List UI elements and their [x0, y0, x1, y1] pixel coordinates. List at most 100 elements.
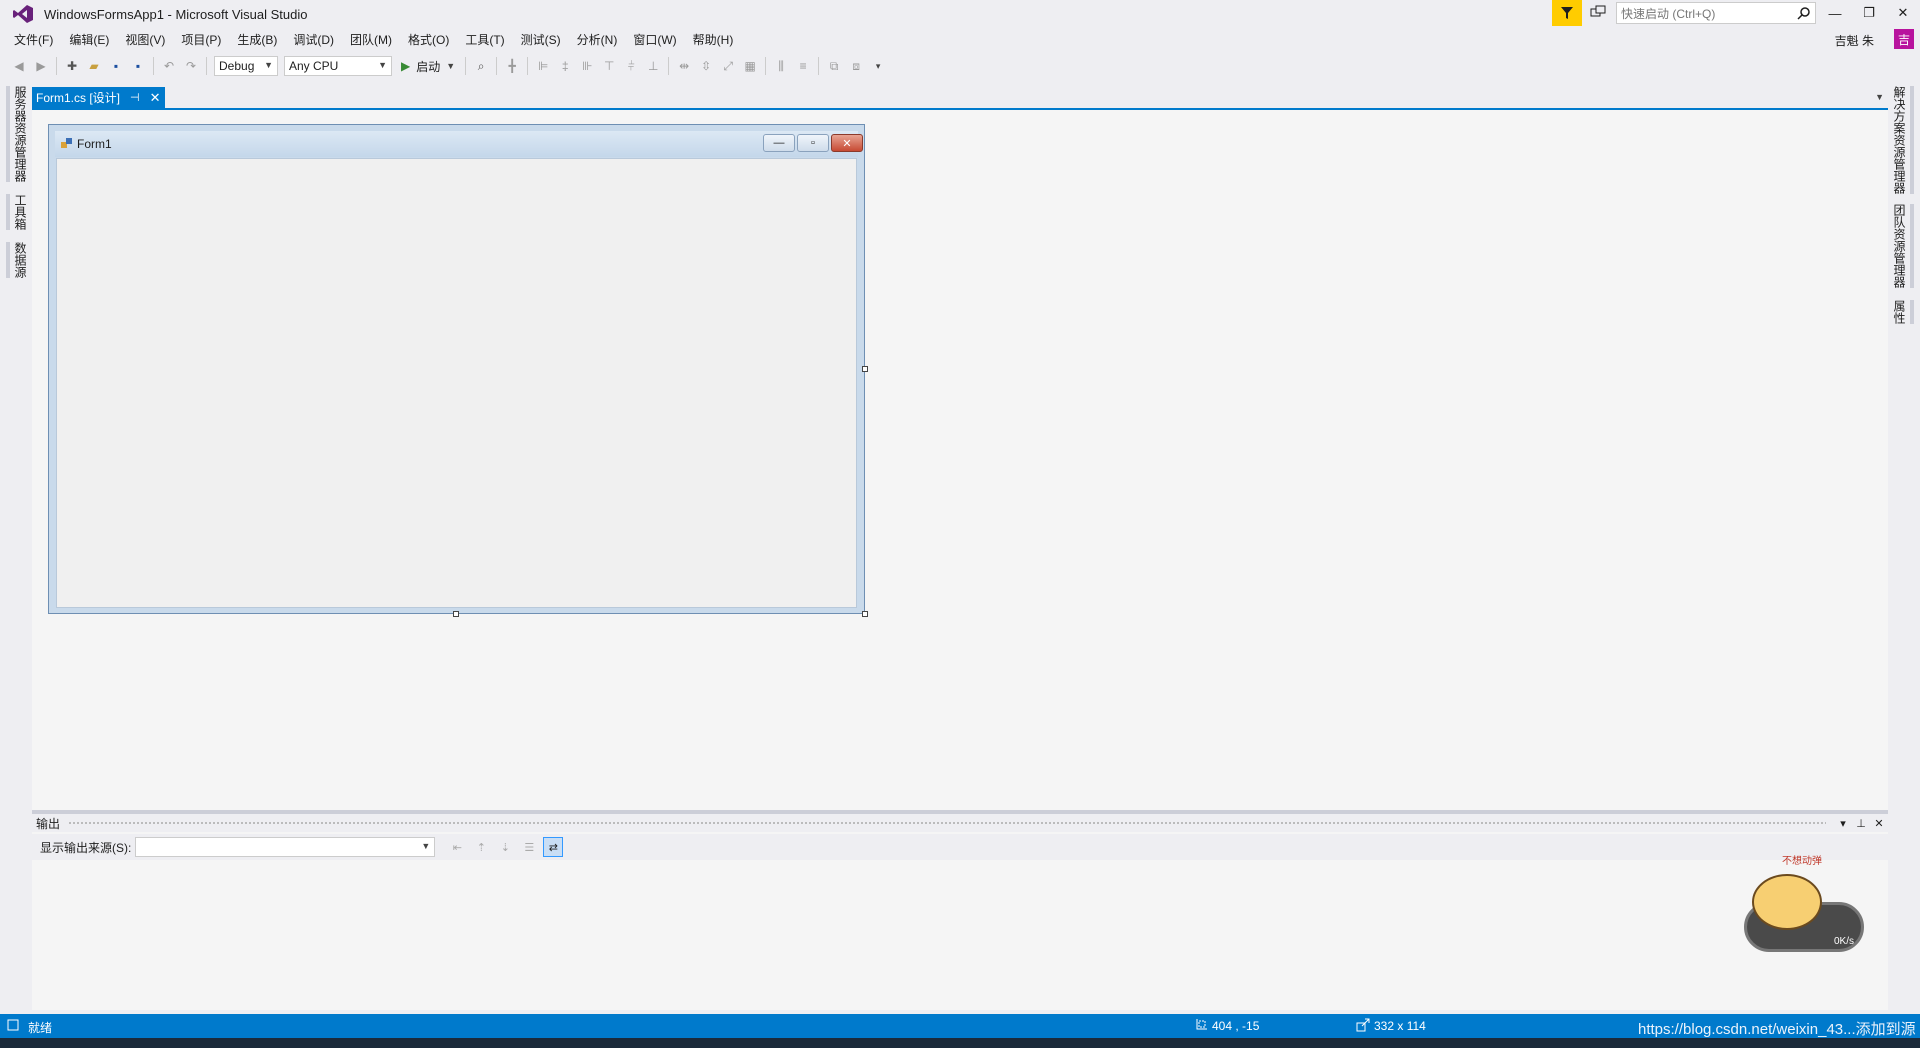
align-rights-icon[interactable]: ⊪ — [578, 57, 596, 75]
send-to-back-icon[interactable]: ⧈ — [847, 57, 865, 75]
output-source-select[interactable]: ▼ — [135, 837, 436, 857]
tab-server-explorer[interactable]: 服务器资源管理器 — [6, 86, 29, 182]
toolbar-separator — [56, 57, 57, 75]
tab-form1-designer[interactable]: Form1.cs [设计] ⊣ ✕ — [32, 87, 165, 108]
menu-bar: 文件(F) 编辑(E) 视图(V) 项目(P) 生成(B) 调试(D) 团队(M… — [0, 30, 1920, 50]
previous-message-icon[interactable]: ⇡ — [471, 837, 491, 857]
output-toolbar: 显示输出来源(S): ▼ ⇤ ⇡ ⇣ ☰ ⇄ — [32, 834, 1888, 860]
navigate-forward-icon[interactable]: ▶ — [32, 57, 50, 75]
toolbar-separator — [527, 57, 529, 75]
menu-project[interactable]: 项目(P) — [173, 30, 229, 50]
toolbar-separator — [206, 57, 207, 75]
align-middles-icon[interactable]: ⫩ — [622, 57, 640, 75]
minimize-button[interactable]: — — [1818, 2, 1852, 24]
right-tool-window-strip: 解决方案资源管理器 团队资源管理器 属性 — [1892, 82, 1920, 1012]
menu-help[interactable]: 帮助(H) — [685, 30, 742, 50]
save-icon[interactable]: ▪ — [107, 57, 125, 75]
window-title: WindowsFormsApp1 - Microsoft Visual Stud… — [44, 6, 308, 22]
quick-launch-input[interactable]: 快速启动 (Ctrl+Q) — [1616, 2, 1816, 24]
horizontal-spacing-icon[interactable]: ⫼ — [772, 57, 790, 75]
bring-to-front-icon[interactable]: ⧉ — [825, 57, 843, 75]
tab-toolbox[interactable]: 工具箱 — [6, 194, 29, 230]
solution-platform-select[interactable]: Any CPU ▼ — [284, 56, 392, 76]
size-to-grid-icon[interactable]: ▦ — [741, 57, 759, 75]
avatar[interactable]: 吉 — [1894, 29, 1914, 49]
make-same-height-icon[interactable]: ⇳ — [697, 57, 715, 75]
window-position-dropdown-icon[interactable]: ▾ — [1834, 817, 1852, 830]
menu-team[interactable]: 团队(M) — [342, 30, 400, 50]
restore-button[interactable]: ❐ — [1852, 2, 1886, 24]
vertical-spacing-icon[interactable]: ≡ — [794, 57, 812, 75]
align-to-grid-icon[interactable]: ╋ — [503, 57, 521, 75]
close-window-button[interactable]: ✕ — [1886, 2, 1920, 24]
output-header: 输出 ▾ ⊥ ✕ — [32, 814, 1888, 832]
mascot-icon — [1752, 874, 1822, 930]
pin-icon[interactable]: ⊣ — [130, 91, 140, 104]
document-tab-strip: Form1.cs [设计] ⊣ ✕ — [32, 87, 1888, 109]
find-in-files-icon[interactable]: ⌕ — [472, 57, 490, 75]
make-same-size-icon[interactable]: ⤢ — [719, 57, 737, 75]
search-icon[interactable] — [1797, 6, 1811, 23]
navigate-back-icon[interactable]: ◀ — [10, 57, 28, 75]
menu-file[interactable]: 文件(F) — [6, 30, 61, 50]
solution-configuration-select[interactable]: Debug ▼ — [214, 56, 278, 76]
undo-icon[interactable]: ↶ — [160, 57, 178, 75]
clear-all-icon[interactable]: ☰ — [519, 837, 539, 857]
chevron-down-icon: ▼ — [378, 60, 387, 70]
make-same-width-icon[interactable]: ⇹ — [675, 57, 693, 75]
align-centers-icon[interactable]: ‡ — [556, 57, 574, 75]
open-file-icon[interactable]: ▰ — [85, 57, 103, 75]
configuration-value: Debug — [219, 59, 255, 73]
tab-list-dropdown-icon[interactable]: ▼ — [1875, 92, 1884, 102]
align-lefts-icon[interactable]: ⊫ — [534, 57, 552, 75]
align-tops-icon[interactable]: ⊤ — [600, 57, 618, 75]
output-text-area[interactable] — [32, 862, 1888, 1008]
start-debugging-button[interactable]: ▶ 启动 ▼ — [401, 58, 455, 75]
form-client-area[interactable] — [56, 158, 857, 608]
menu-analyze[interactable]: 分析(N) — [569, 30, 626, 50]
toggle-word-wrap-icon[interactable]: ⇄ — [543, 837, 564, 857]
menu-debug[interactable]: 调试(D) — [285, 30, 342, 50]
status-text: 就绪 — [28, 1021, 53, 1035]
chevron-down-icon: ▼ — [446, 61, 456, 71]
toolbar-options-icon[interactable]: ▾ — [869, 57, 887, 75]
menu-test[interactable]: 测试(S) — [513, 30, 569, 50]
toolbar-separator — [765, 57, 767, 75]
status-bar: 就绪 404 , -15 332 x 114 https://blog.csdn… — [0, 1014, 1920, 1048]
network-speed-widget[interactable]: 不想动弹 0K/s — [1742, 852, 1872, 962]
auto-hide-pin-icon[interactable]: ⊥ — [1852, 817, 1870, 830]
save-all-icon[interactable]: ▪ — [129, 57, 147, 75]
platform-value: Any CPU — [289, 59, 339, 73]
notification-filter-icon[interactable] — [1552, 0, 1582, 26]
close-icon[interactable]: ✕ — [1870, 817, 1888, 830]
output-header-grip[interactable] — [68, 820, 1826, 826]
output-window-icon[interactable] — [6, 1018, 20, 1035]
menu-format[interactable]: 格式(O) — [400, 30, 457, 50]
resize-handle-right[interactable] — [862, 366, 868, 372]
feedback-icon[interactable] — [1590, 4, 1608, 22]
tab-data-sources[interactable]: 数据源 — [6, 242, 29, 278]
redo-icon[interactable]: ↷ — [182, 57, 200, 75]
menu-window[interactable]: 窗口(W) — [625, 30, 684, 50]
menu-build[interactable]: 生成(B) — [229, 30, 285, 50]
tab-solution-explorer[interactable]: 解决方案资源管理器 — [1891, 86, 1914, 194]
form-maximize-icon: ▫ — [797, 134, 829, 152]
find-message-in-code-icon[interactable]: ⇤ — [447, 837, 467, 857]
close-icon[interactable]: ✕ — [150, 90, 161, 106]
user-name[interactable]: 吉魁 朱 — [1835, 32, 1874, 49]
form-icon — [61, 137, 73, 152]
next-message-icon[interactable]: ⇣ — [495, 837, 515, 857]
form-designer-window[interactable]: Form1 — ▫ ✕ — [48, 124, 865, 614]
toolbar-separator — [496, 57, 498, 75]
tab-properties[interactable]: 属性 — [1891, 300, 1914, 324]
selection-size: 332 x 114 — [1374, 1019, 1426, 1033]
menu-tools[interactable]: 工具(T) — [457, 30, 512, 50]
align-bottoms-icon[interactable]: ⊥ — [644, 57, 662, 75]
menu-view[interactable]: 视图(V) — [117, 30, 173, 50]
tab-team-explorer[interactable]: 团队资源管理器 — [1891, 204, 1914, 288]
resize-handle-bottom[interactable] — [453, 611, 459, 617]
menu-edit[interactable]: 编辑(E) — [61, 30, 117, 50]
form-title: Form1 — [77, 137, 112, 151]
resize-handle-corner[interactable] — [862, 611, 868, 617]
new-project-icon[interactable]: ✚ — [63, 57, 81, 75]
